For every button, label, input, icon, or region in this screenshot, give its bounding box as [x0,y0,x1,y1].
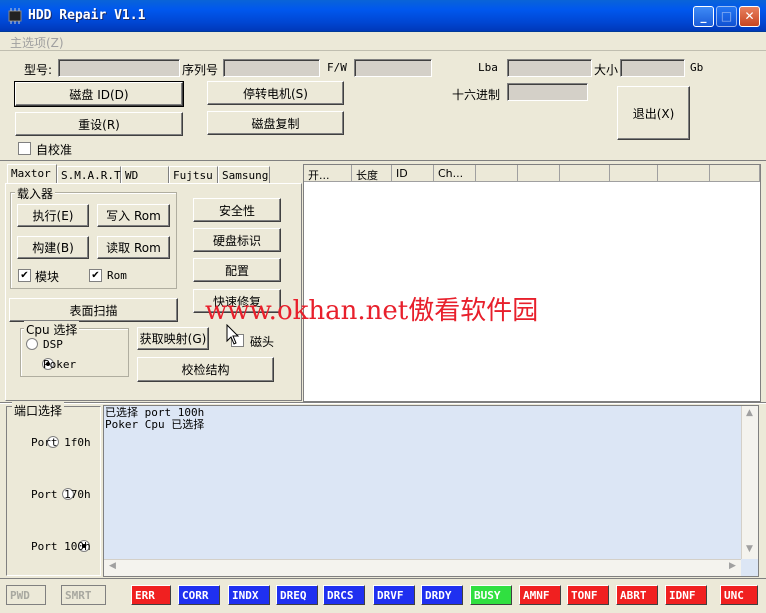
read-rom-button[interactable]: 读取 Rom [97,236,170,259]
dsp-label: DSP [43,338,63,351]
status-smrt-indicator: SMRT [61,585,106,605]
size-field [620,59,685,77]
tab-samsung[interactable]: Samsung [218,166,270,184]
self-calibrate-label: 自校准 [36,143,73,157]
fw-label: F/W [327,61,347,74]
serial-field [223,59,320,77]
status-abrt-indicator: ABRT [616,585,658,605]
get-map-button[interactable]: 获取映射(G) [137,327,209,350]
lba-field [507,59,592,77]
status-drdy-indicator: DRDY [421,585,463,605]
model-label: 型号: [24,63,53,77]
status-idnf-indicator: IDNF [665,585,707,605]
dsp-radio[interactable] [26,338,38,350]
port-1f0h-label: Port 1f0h [31,436,91,449]
port-170h-label: Port 170h [31,488,91,501]
scroll-left-icon[interactable]: ◀ [106,561,119,574]
status-dreq-indicator: DREQ [276,585,318,605]
serial-label: 序列号 [182,63,219,77]
window-title: HDD Repair V1.1 [28,8,146,23]
hex-field [507,83,588,101]
maximize-button[interactable]: □ [716,6,737,27]
write-rom-button[interactable]: 写入 Rom [97,204,170,227]
status-unc-indicator: UNC [720,585,758,605]
lower-divider [0,402,766,404]
tab-smart[interactable]: S.M.A.R.T [57,166,121,184]
fw-field [354,59,432,77]
log-vscrollbar[interactable] [741,406,758,559]
poker-label: Poker [43,358,77,371]
close-button[interactable]: ✕ [739,6,760,27]
scroll-down-icon[interactable]: ▼ [743,544,756,557]
menu-divider [0,50,766,51]
col-blank[interactable] [518,165,560,182]
status-indx-indicator: INDX [228,585,270,605]
status-pwd-indicator: PWD [6,585,46,605]
tab-fujtsu[interactable]: Fujtsu [169,166,218,184]
col-length[interactable]: 长度 [352,165,392,182]
module-checkbox[interactable] [18,269,31,282]
section-divider [0,160,766,161]
col-start[interactable]: 开... [304,165,352,182]
status-drcs-indicator: DRCS [323,585,365,605]
tab-wd[interactable]: WD [121,166,169,184]
col-blank[interactable] [560,165,610,182]
col-blank[interactable] [610,165,658,182]
col-blank[interactable] [710,165,760,182]
exit-button[interactable]: 退出(X) [617,86,690,140]
port-100h-label: Port 100h [31,540,91,553]
security-button[interactable]: 安全性 [193,198,281,222]
minimize-button[interactable]: _ [693,6,714,27]
tab-maxtor[interactable]: Maxtor [7,164,57,184]
config-button[interactable]: 配置 [193,258,281,282]
heads-label: 磁头 [250,335,275,349]
size-label: 大小 [594,63,619,77]
loader-group-title: 载入器 [15,185,56,202]
rom-label: Rom [107,269,127,282]
col-blank[interactable] [658,165,710,182]
build-button[interactable]: 构建(B) [17,236,89,259]
disk-id-button[interactable]: 磁盘 ID(D) [14,81,184,107]
reset-button[interactable]: 重设(R) [15,112,183,136]
col-ch[interactable]: Ch... [434,165,476,182]
scroll-up-icon[interactable]: ▲ [743,408,756,421]
hd-id-button[interactable]: 硬盘标识 [193,228,281,252]
sector-list[interactable] [303,164,761,402]
cpu-group-title: Cpu 选择 [24,321,80,338]
lba-label: Lba [478,61,498,74]
status-busy-indicator: BUSY [470,585,512,605]
mouse-cursor-icon [226,324,240,345]
col-blank[interactable] [476,165,518,182]
exec-button[interactable]: 执行(E) [17,204,89,227]
title-bar[interactable]: HDD Repair V1.1 _ □ ✕ [0,0,766,32]
status-err-indicator: ERR [131,585,171,605]
log-line: Poker Cpu 已选择 [105,418,205,431]
rom-checkbox[interactable] [89,269,102,282]
module-label: 模块 [35,270,60,284]
log-hscrollbar[interactable] [104,559,741,576]
status-drvf-indicator: DRVF [373,585,415,605]
status-tonf-indicator: TONF [567,585,609,605]
hex-label: 十六进制 [452,88,501,102]
surface-scan-button[interactable]: 表面扫描 [9,298,178,322]
check-struct-button[interactable]: 校检结构 [137,357,274,382]
chip-icon [8,8,22,24]
app-window: HDD Repair V1.1 _ □ ✕ 主选项(Z) 型号: 序列号 F/W… [0,0,766,613]
size-unit: Gb [690,61,704,74]
disk-copy-button[interactable]: 磁盘复制 [207,111,344,135]
status-amnf-indicator: AMNF [519,585,561,605]
watermark-text: www.okhan.net傲看软件园 [205,296,539,326]
model-field [58,59,180,77]
self-calibrate-checkbox[interactable] [18,142,31,155]
col-id[interactable]: ID [392,165,434,182]
scroll-right-icon[interactable]: ▶ [726,561,739,574]
menu-main[interactable]: 主选项(Z) [10,34,64,51]
port-group-title: 端口选择 [12,402,65,419]
status-corr-indicator: CORR [178,585,220,605]
stop-motor-button[interactable]: 停转电机(S) [207,81,344,105]
